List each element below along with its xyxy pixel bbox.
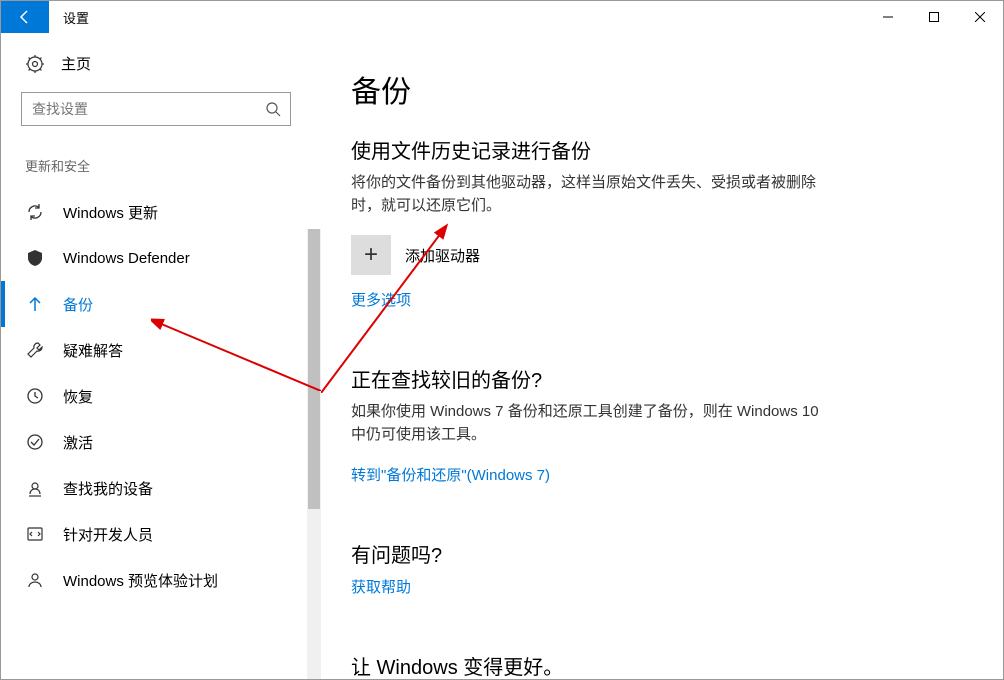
nav-list: Windows 更新 Windows Defender 备份 疑难解答 恢复 激… [21,189,321,603]
nav-label: 恢复 [63,386,93,407]
section-text: 将你的文件备份到其他驱动器，这样当原始文件丢失、受损或者被删除时，就可以还原它们… [351,172,831,217]
section-file-history: 使用文件历史记录进行备份 将你的文件备份到其他驱动器，这样当原始文件丢失、受损或… [351,135,963,338]
group-label: 更新和安全 [21,156,321,175]
search-box[interactable] [21,92,291,126]
section-help: 有问题吗? 获取帮助 [351,539,963,625]
add-drive-row: + 添加驱动器 [351,235,963,275]
add-drive-button[interactable]: + [351,235,391,275]
section-title: 正在查找较旧的备份? [351,364,963,393]
sidebar-item-insider[interactable]: Windows 预览体验计划 [21,557,321,603]
search-icon [256,101,290,117]
location-icon [25,478,45,498]
sidebar-item-troubleshoot[interactable]: 疑难解答 [21,327,321,373]
go-to-backup-restore-link[interactable]: 转到"备份和还原"(Windows 7) [351,464,550,485]
plus-icon: + [364,241,378,269]
minimize-button[interactable] [865,1,911,33]
check-circle-icon [25,432,45,452]
sync-icon [25,202,45,222]
history-icon [25,386,45,406]
section-title: 使用文件历史记录进行备份 [351,135,963,164]
home-label: 主页 [61,53,91,74]
maximize-button[interactable] [911,1,957,33]
code-icon [25,524,45,544]
back-button[interactable] [1,1,49,33]
sidebar-scrollbar[interactable] [307,229,321,679]
section-feedback: 让 Windows 变得更好。 向我们提供反馈 [351,651,963,679]
shield-icon [25,248,45,268]
nav-label: Windows 预览体验计划 [63,570,218,591]
section-title: 让 Windows 变得更好。 [351,651,963,679]
sidebar-item-recovery[interactable]: 恢复 [21,373,321,419]
section-text: 如果你使用 Windows 7 备份和还原工具创建了备份，则在 Windows … [351,401,831,446]
section-title: 有问题吗? [351,539,963,568]
scrollbar-thumb[interactable] [308,229,320,509]
more-options-link[interactable]: 更多选项 [351,289,411,310]
sidebar-item-windows-update[interactable]: Windows 更新 [21,189,321,235]
section-old-backup: 正在查找较旧的备份? 如果你使用 Windows 7 备份和还原工具创建了备份，… [351,364,963,513]
nav-label: 疑难解答 [63,340,123,361]
titlebar: 设置 [1,1,1003,33]
sidebar-item-defender[interactable]: Windows Defender [21,235,321,281]
sidebar-item-developers[interactable]: 针对开发人员 [21,511,321,557]
wrench-icon [25,340,45,360]
window-controls [865,1,1003,33]
sidebar-item-backup[interactable]: 备份 [21,281,321,327]
sidebar-item-activation[interactable]: 激活 [21,419,321,465]
get-help-link[interactable]: 获取帮助 [351,576,411,597]
sidebar: 主页 更新和安全 Windows 更新 Windows Defender 备份 [1,33,321,679]
nav-label: 备份 [63,294,93,315]
add-drive-label: 添加驱动器 [405,245,480,266]
page-title: 备份 [351,67,963,111]
window-title: 设置 [63,8,89,27]
nav-label: 针对开发人员 [63,524,153,545]
nav-label: 激活 [63,432,93,453]
backup-icon [25,294,45,314]
home-link[interactable]: 主页 [21,53,321,74]
gear-icon [25,54,45,74]
nav-label: Windows Defender [63,250,190,267]
search-input[interactable] [22,101,256,117]
nav-label: Windows 更新 [63,202,158,223]
nav-label: 查找我的设备 [63,478,153,499]
sidebar-item-find-device[interactable]: 查找我的设备 [21,465,321,511]
content-area: 备份 使用文件历史记录进行备份 将你的文件备份到其他驱动器，这样当原始文件丢失、… [321,33,1003,679]
close-button[interactable] [957,1,1003,33]
person-icon [25,570,45,590]
